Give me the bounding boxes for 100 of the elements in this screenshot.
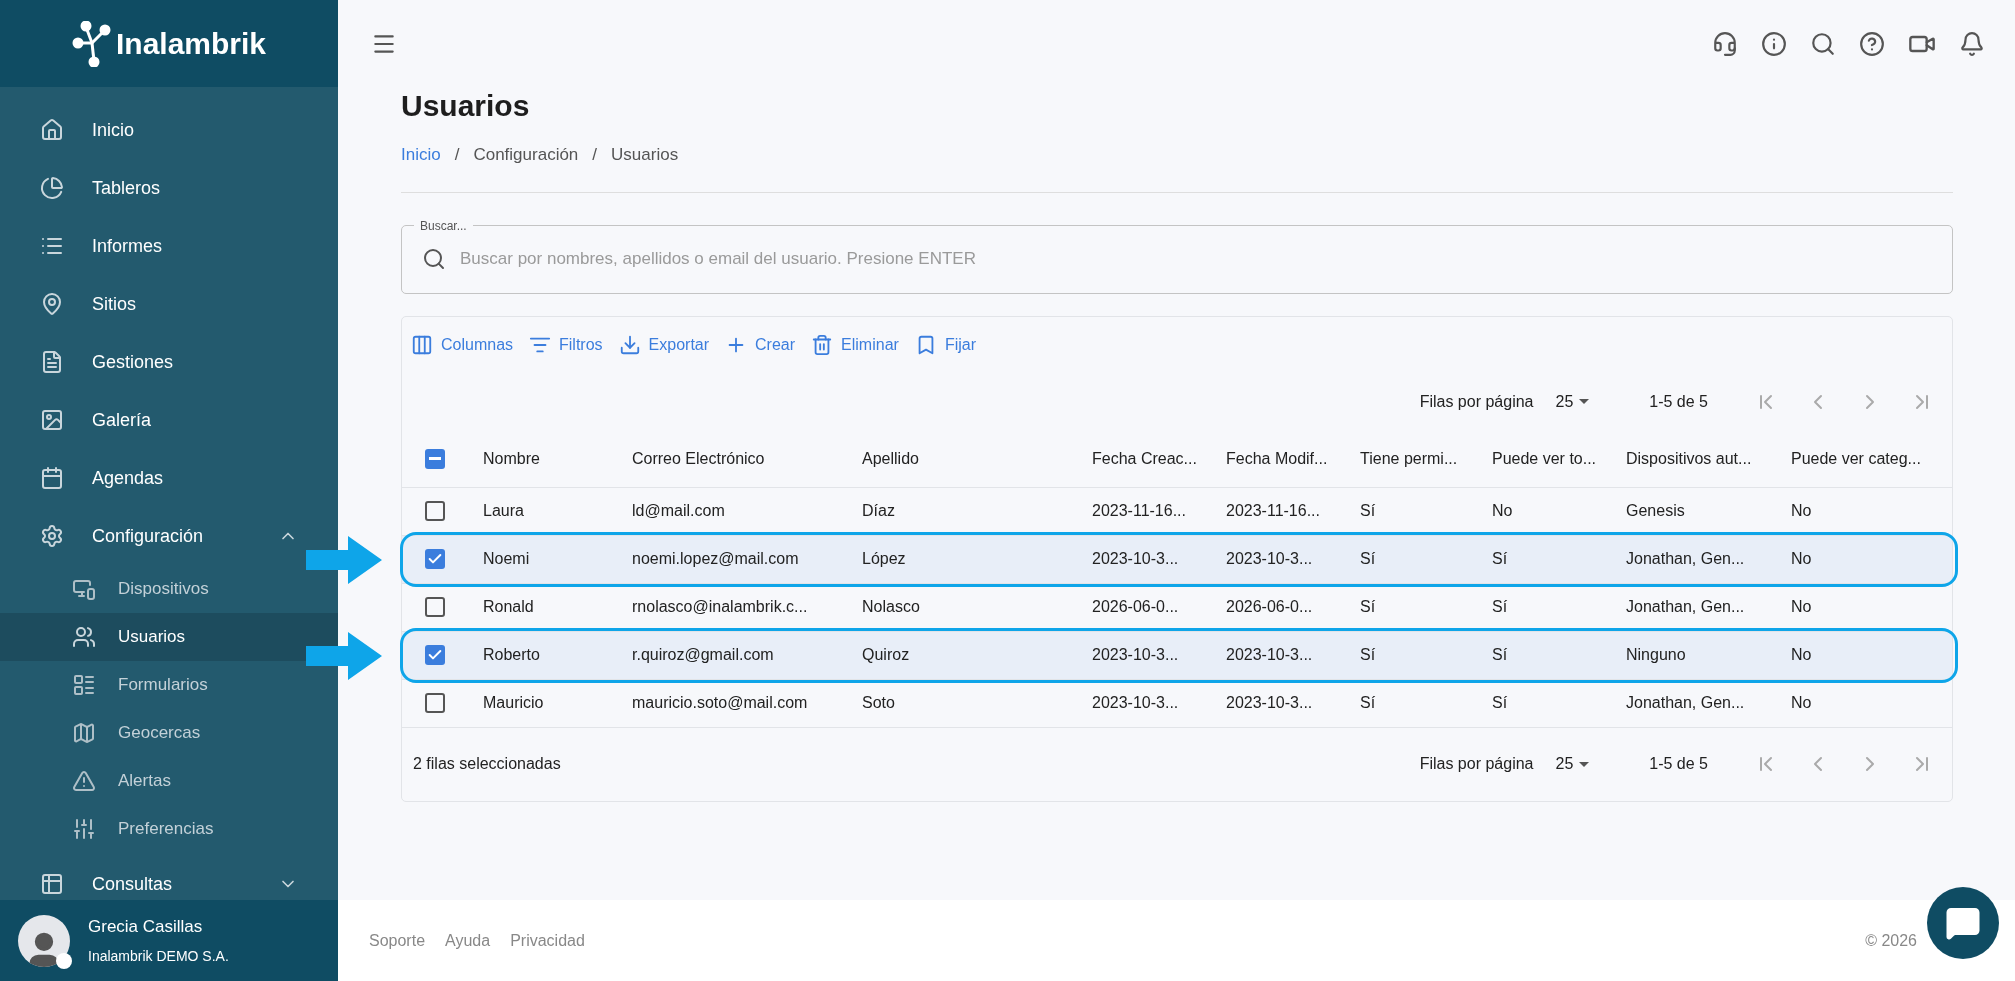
notifications-icon[interactable] — [1959, 31, 1985, 57]
download-icon — [618, 333, 641, 356]
sidebar-item[interactable]: Tableros — [0, 159, 338, 217]
breadcrumb-item: Usuarios — [611, 144, 679, 166]
rows-per-page-label: Filas por página — [1419, 754, 1534, 774]
breadcrumb-separator: / — [592, 144, 598, 166]
table-cell: Ronald — [483, 598, 534, 615]
map-icon — [72, 721, 96, 745]
table-cell: 2023-10-3... — [1092, 550, 1179, 567]
checkbox[interactable] — [425, 693, 445, 713]
table-row[interactable]: Mauricio mauricio.soto@mail.com Soto 2023-10-3... 2023-10-3... Sí Sí Jonathan, Gen... No — [402, 679, 1952, 728]
users-icon — [72, 625, 96, 649]
avatar[interactable] — [18, 914, 70, 967]
rows-per-page-label: Filas por página — [1419, 391, 1534, 412]
table-cell: López — [862, 550, 906, 567]
form-icon — [72, 673, 96, 697]
checkbox[interactable] — [425, 448, 445, 469]
table-cell: Soto — [862, 694, 895, 711]
toolbar-button[interactable]: Columnas — [410, 332, 515, 357]
column-header[interactable]: Fecha Creac... — [1092, 446, 1226, 471]
table-cell: No — [1492, 502, 1513, 519]
checkbox[interactable] — [425, 501, 445, 521]
table-cell: noemi.lopez@mail.com — [632, 550, 799, 567]
column-header[interactable]: Puede ver to... — [1492, 446, 1626, 471]
table-cell: 2026-06-0... — [1226, 598, 1313, 615]
sidebar-subitem[interactable]: Dispositivos — [0, 565, 338, 613]
breadcrumb-link[interactable]: Inicio — [401, 142, 441, 168]
table-cell: Sí — [1360, 646, 1376, 663]
checkbox[interactable] — [425, 549, 445, 569]
table-cell: No — [1791, 550, 1812, 567]
table-cell: No — [1791, 646, 1812, 663]
table-cell: 2023-10-3... — [1226, 550, 1313, 567]
column-header[interactable]: Puede ver categ... — [1791, 446, 1952, 471]
footer-link[interactable]: Ayuda — [445, 928, 491, 953]
table-cell: No — [1791, 598, 1812, 615]
sidebar-subitem[interactable]: Alertas — [0, 757, 338, 805]
toolbar-button[interactable]: Exportar — [617, 332, 711, 357]
sidebar-item[interactable]: Galería — [0, 391, 338, 449]
selection-count: 2 filas seleccionadas — [413, 754, 561, 774]
table-cell: Jonathan, Gen... — [1626, 694, 1745, 711]
table-cell: 2023-10-3... — [1226, 646, 1313, 663]
table-cell: Noemi — [483, 550, 530, 567]
sidebar-subitem[interactable]: Preferencias — [0, 805, 338, 853]
table-cell: Sí — [1360, 694, 1376, 711]
toolbar-button[interactable]: Crear — [724, 332, 797, 357]
sidebar-item[interactable]: Agendas — [0, 449, 338, 507]
table-cell: Laura — [483, 502, 524, 519]
search-input[interactable]: Buscar por nombres, apellidos o email del usuario. Presione ENTER — [460, 246, 1952, 272]
sidebar-subitem[interactable]: Usuarios — [0, 613, 338, 661]
page-range: 1-5 de 5 — [1649, 754, 1708, 774]
caret-icon — [1579, 399, 1590, 404]
toolbar-button[interactable]: Filtros — [528, 332, 604, 357]
page-size-select[interactable]: 25 — [1555, 752, 1590, 776]
search-icon — [422, 247, 446, 271]
table-cell: r.quiroz@gmail.com — [632, 646, 774, 663]
logo-icon — [71, 20, 112, 67]
checkbox[interactable] — [425, 597, 445, 617]
minus-icon — [429, 457, 441, 460]
footer-link[interactable]: Soporte — [369, 928, 426, 953]
column-header[interactable]: Nombre — [468, 446, 632, 471]
breadcrumb-separator: / — [454, 144, 460, 166]
breadcrumb-item: Configuración — [473, 144, 579, 166]
headset-icon[interactable] — [1712, 31, 1738, 57]
sidebar-subitem[interactable]: Formularios — [0, 661, 338, 709]
search-icon[interactable] — [1810, 31, 1836, 57]
page-size-select[interactable]: 25 — [1555, 389, 1590, 414]
table-row[interactable]: Laura ld@mail.com Díaz 2023-11-16... 2023-11-16... Sí No Genesis No — [402, 487, 1952, 536]
page-range: 1-5 de 5 — [1649, 391, 1708, 412]
table-cell: ld@mail.com — [632, 502, 725, 519]
sidebar-item[interactable]: Configuración — [0, 507, 338, 565]
sidebar-item[interactable]: Sitios — [0, 275, 338, 333]
table-cell: Díaz — [862, 502, 895, 519]
table-cell: Roberto — [483, 646, 540, 663]
table-cell: Jonathan, Gen... — [1626, 550, 1745, 567]
sidebar-item[interactable]: Informes — [0, 217, 338, 275]
footer-link[interactable]: Privacidad — [510, 928, 585, 953]
info-icon[interactable] — [1761, 31, 1787, 57]
column-header[interactable]: Correo Electrónico — [632, 446, 862, 471]
help-icon[interactable] — [1859, 31, 1885, 57]
column-header[interactable]: Apellido — [862, 446, 1092, 471]
table-cell: 2023-11-16... — [1092, 502, 1186, 519]
table-cell: rnolasco@inalambrik.c... — [632, 598, 808, 615]
table-cell: Sí — [1492, 598, 1508, 615]
checkbox[interactable] — [425, 645, 445, 665]
sidebar-item[interactable]: Inicio — [0, 101, 338, 159]
columns-icon — [411, 333, 433, 356]
warning-icon — [72, 769, 96, 793]
table-row[interactable]: Ronald rnolasco@inalambrik.c... Nolasco 2026-06-0... 2026-06-0... Sí Sí Jonathan, Gen... No — [402, 583, 1952, 632]
sidebar-item[interactable]: Gestiones — [0, 333, 338, 391]
column-header[interactable]: Fecha Modif... — [1226, 446, 1360, 471]
sidebar-item[interactable]: Consultas — [0, 855, 338, 900]
table-cell: Nolasco — [862, 598, 920, 615]
table-cell: Sí — [1492, 646, 1508, 663]
column-header[interactable]: Tiene permi... — [1360, 446, 1492, 471]
table-cell: No — [1791, 502, 1812, 519]
sidebar-subitem[interactable]: Geocercas — [0, 709, 338, 757]
column-header[interactable]: Dispositivos aut... — [1626, 446, 1791, 471]
toolbar-button[interactable]: Fijar — [913, 332, 977, 357]
devices-icon — [72, 577, 96, 601]
toolbar-button[interactable]: Eliminar — [810, 332, 900, 357]
